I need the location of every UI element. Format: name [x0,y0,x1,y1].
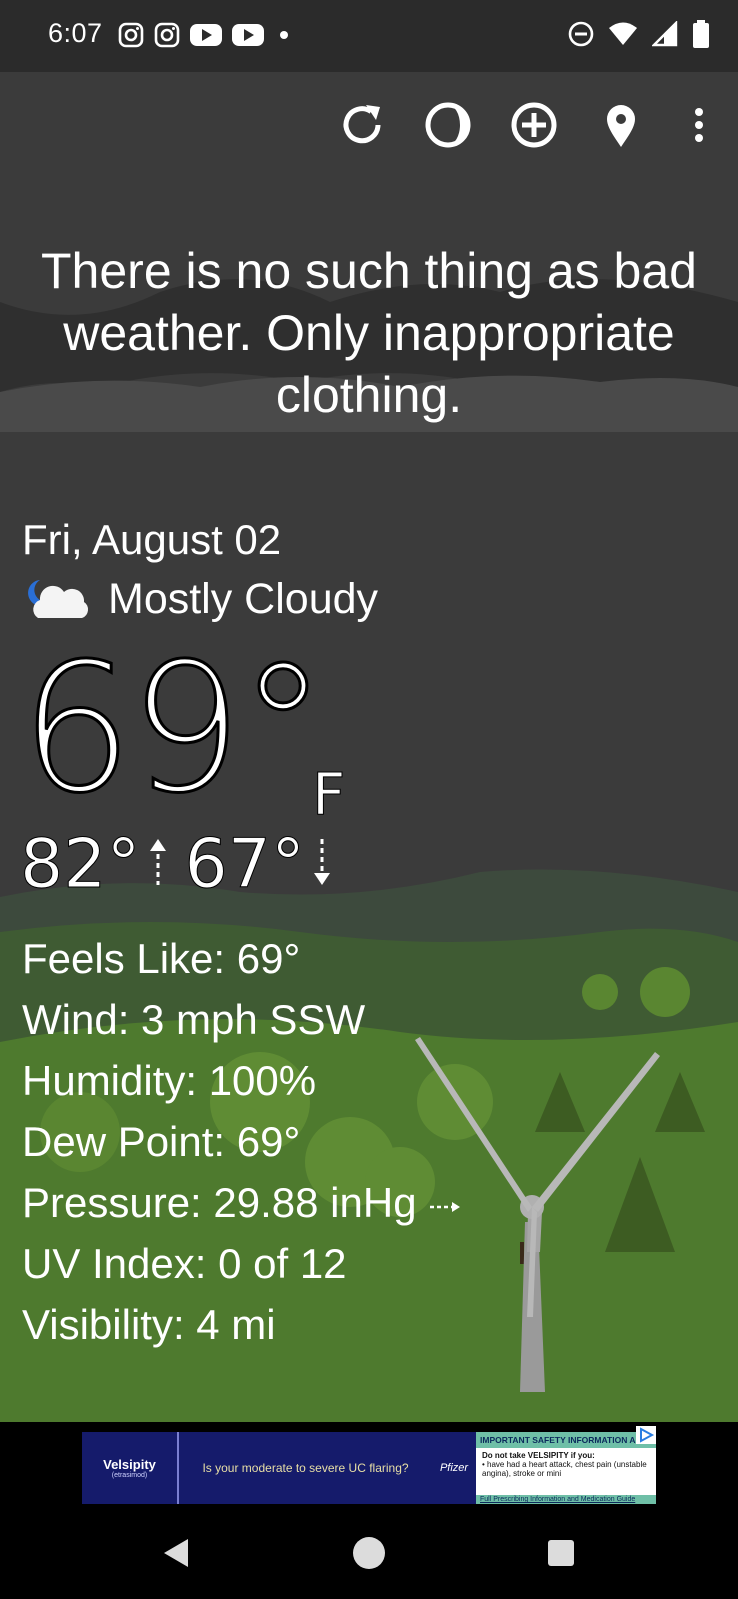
ad-safety-body: Do not take VELSIPITY if you: • have had… [476,1448,656,1481]
condition-row: Mostly Cloudy [22,574,378,624]
weather-details: Feels Like: 69° Wind: 3 mph SSW Humidity… [22,928,462,1355]
dot-icon [280,31,288,39]
ad-safety-info: IMPORTANT SAFETY INFORMATION AN Do not t… [476,1432,656,1504]
recents-button[interactable] [536,1528,586,1578]
partly-cloudy-night-icon [28,580,89,618]
home-icon [353,1537,385,1569]
location-pin-icon [607,105,635,147]
moon-phase-button[interactable] [421,98,475,152]
more-vert-icon [695,108,703,142]
ad-safety-footer[interactable]: Full Prescribing Information and Medicat… [476,1495,656,1504]
ad-headline: Is your moderate to severe UC flaring? [202,1461,409,1475]
instagram-icon [154,22,180,48]
status-time: 6:07 [48,18,103,48]
signal-icon [652,21,678,47]
ad-brand-name: Velsipity [103,1457,156,1472]
high-temperature: 82° [20,825,142,904]
moon-phase-icon [425,102,471,148]
wind: Wind: 3 mph SSW [22,996,366,1043]
condition-text: Mostly Cloudy [108,574,379,623]
current-date: Fri, August 02 [22,516,282,563]
low-temperature: 67° [184,825,306,904]
ad-brand: Velsipity (etrasimod) [82,1432,179,1504]
ad-choices-icon[interactable] [636,1426,656,1444]
arrow-down-icon [314,839,331,885]
wifi-icon [609,22,637,45]
notification-icons [118,22,294,48]
add-location-button[interactable] [507,98,561,152]
high-low-temperatures: 82° 67° [20,825,333,904]
pressure: Pressure: 29.88 inHg [22,1179,417,1226]
dew-point: Dew Point: 69° [22,1118,301,1165]
temperature-unit: F [311,760,346,829]
toolbar [0,72,738,172]
ad-safety-line1: Do not take VELSIPITY if you: [482,1451,595,1460]
instagram-icon [118,22,144,48]
steady-arrow-icon [430,1202,461,1212]
ad-safety-line2: • have had a heart attack, chest pain (u… [482,1460,647,1478]
youtube-icon [232,24,264,46]
home-button[interactable] [344,1528,394,1578]
ad-safety-header: IMPORTANT SAFETY INFORMATION AN [476,1432,656,1448]
uv-index: UV Index: 0 of 12 [22,1240,347,1287]
youtube-icon [190,24,222,46]
back-button[interactable] [152,1528,202,1578]
back-icon [164,1539,188,1567]
ad-brand-sub: (etrasimod) [111,1472,148,1479]
weather-quote: There is no such thing as bad weather. O… [41,243,697,423]
status-bar: 6:07 [0,0,738,72]
feels-like: Feels Like: 69° [22,935,301,982]
ad-company: Pfizer [439,1462,469,1474]
do-not-disturb-icon [568,21,594,47]
ad-banner[interactable]: Velsipity (etrasimod) Is your moderate t… [82,1432,656,1504]
system-icons [568,20,710,48]
ad-container: Velsipity (etrasimod) Is your moderate t… [0,1422,738,1508]
battery-icon [693,20,709,48]
visibility: Visibility: 4 mi [22,1301,276,1348]
arrow-up-icon [149,839,166,885]
more-options-button[interactable] [672,98,726,152]
navigation-bar [0,1508,738,1599]
humidity: Humidity: 100% [22,1057,317,1104]
recents-icon [548,1540,574,1566]
location-button[interactable] [594,98,648,152]
add-location-icon [511,102,557,148]
current-temperature: 69° [19,625,329,832]
refresh-button[interactable] [335,98,389,152]
refresh-icon [343,105,381,144]
pressure-row: Pressure: 29.88 inHg [22,1172,462,1233]
